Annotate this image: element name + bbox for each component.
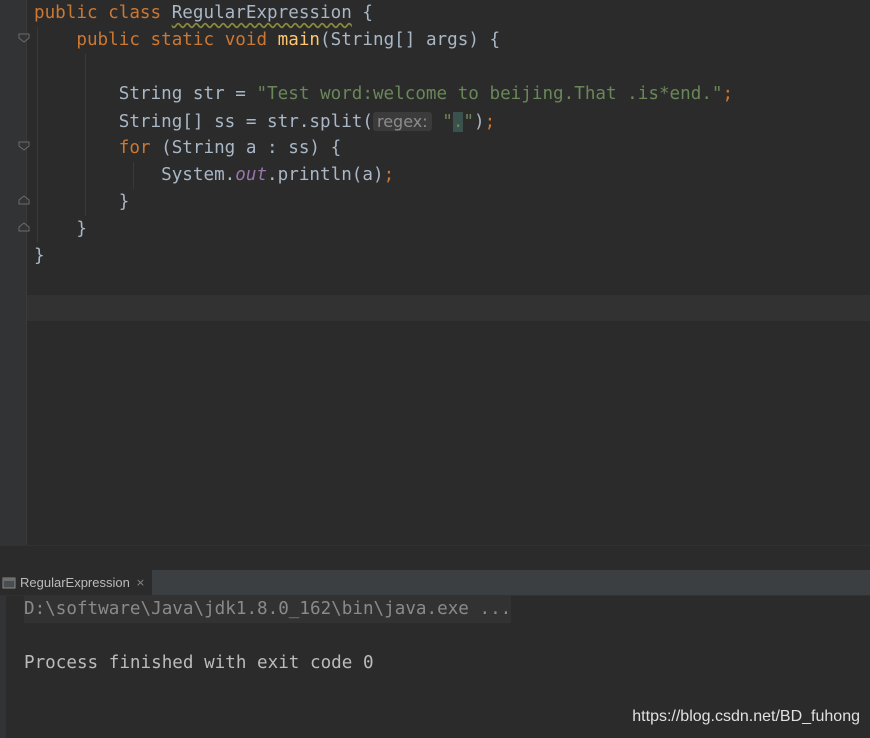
code-text: .println(a) [267, 165, 384, 185]
code-text: (String a : ss) { [150, 138, 342, 158]
static-field: out [235, 165, 268, 185]
run-tool-window-tabs: RegularExpression × [0, 570, 870, 596]
console-exit-message: Process finished with exit code 0 [24, 653, 374, 673]
class-name[interactable]: RegularExpression [172, 3, 352, 23]
current-line-highlight [27, 295, 870, 321]
code-line-5: String[] ss = str.split(regex: "."); [34, 108, 495, 135]
close-icon[interactable]: × [136, 576, 145, 589]
closing-brace: } [118, 192, 130, 212]
closing-brace: } [76, 219, 87, 239]
params: (String[] args) { [320, 30, 501, 50]
code-text: ) [474, 112, 485, 132]
code-line-2: public static void main(String[] args) { [34, 27, 500, 54]
code-text: String[] ss = str.split( [118, 112, 373, 132]
fold-close-icon[interactable] [18, 195, 30, 205]
keyword: public [34, 3, 98, 23]
keyword: public [76, 30, 140, 50]
editor-gutter [0, 0, 30, 545]
code-line-10: } [34, 243, 45, 270]
console-gutter [0, 596, 6, 738]
keyword: for [118, 138, 151, 158]
string-literal: "Test word:welcome to beijing.That .is*e… [256, 84, 723, 104]
code-editor[interactable]: public class RegularExpression { public … [0, 0, 870, 545]
string-quote: " [463, 112, 474, 132]
code-line-8: } [34, 189, 130, 216]
keyword: static [150, 30, 215, 50]
string-quote: " [442, 112, 453, 132]
code-line-7: System.out.println(a); [34, 162, 394, 189]
run-config-icon [2, 577, 16, 588]
method-name[interactable]: main [278, 30, 320, 50]
fold-open-icon[interactable] [18, 33, 30, 43]
code-text: String str = [118, 84, 257, 104]
semicolon: ; [722, 84, 734, 104]
brace: { [351, 3, 373, 23]
string-literal-selected: . [452, 112, 464, 132]
code-text: System. [161, 165, 236, 185]
keyword: class [108, 3, 162, 23]
run-tab[interactable]: RegularExpression × [0, 570, 152, 595]
run-tab-label: RegularExpression [20, 575, 130, 590]
code-line-9: } [34, 216, 87, 243]
keyword: void [224, 30, 268, 50]
semicolon: ; [484, 112, 496, 132]
code-line-4: String str = "Test word:welcome to beiji… [34, 81, 733, 108]
semicolon: ; [383, 165, 395, 185]
code-line-6: for (String a : ss) { [34, 135, 341, 162]
console-command-line[interactable]: D:\software\Java\jdk1.8.0_162\bin\java.e… [24, 596, 512, 623]
code-line-1: public class RegularExpression { [34, 0, 373, 27]
watermark: https://blog.csdn.net/BD_fuhong [632, 708, 860, 725]
fold-open-icon[interactable] [18, 141, 30, 151]
closing-brace: } [34, 246, 45, 266]
panel-divider[interactable] [0, 545, 870, 571]
fold-close-icon[interactable] [18, 222, 30, 232]
parameter-hint: regex: [372, 112, 432, 131]
